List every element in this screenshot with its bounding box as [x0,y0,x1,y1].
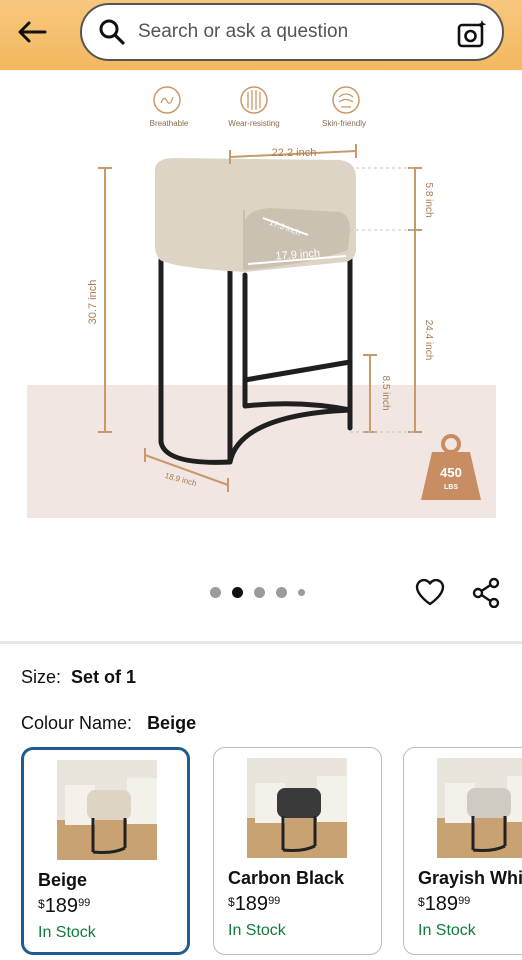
variant-stock-status: In Stock [418,922,476,939]
weight-badge-value: 450 [440,465,462,480]
section-divider [0,641,522,644]
dimension-seat-width: 22.2 inch [272,147,317,159]
pagination-dot-active[interactable] [232,587,243,598]
share-icon[interactable] [470,576,502,608]
variant-stock-status: In Stock [228,922,286,939]
feature-label-skin-friendly: Skin-friendly [322,119,366,128]
pagination-dot[interactable] [254,587,265,598]
heart-icon[interactable] [414,576,446,608]
feature-label-wear-resisting: Wear-resisting [228,119,279,128]
back-arrow-icon[interactable] [14,14,50,50]
variant-card-beige[interactable]: Beige $18999 In Stock [21,747,190,955]
size-label: Size: [21,667,62,687]
dimension-seat-height: 24.4 inch [423,320,434,361]
variant-name: Beige [38,870,88,890]
top-bar: Search or ask a question [0,0,522,70]
wear-resisting-icon [240,86,268,114]
search-bar[interactable]: Search or ask a question [80,3,504,61]
skin-friendly-icon [332,86,360,114]
dimension-back-height: 5.8 inch [423,182,434,217]
variant-price: $18999 [228,893,281,915]
colour-variant-list: Beige $18999 In Stock Carbon Black $1899… [21,747,522,957]
pagination-dot[interactable] [298,589,305,596]
variant-card-grayish-white[interactable]: Grayish White $18999 In Stock [403,747,522,955]
variant-name: Carbon Black [228,868,345,888]
stool-seat [155,158,356,272]
product-dimension-illustration: Breathable Wear-resisting Skin-friendly [27,86,496,518]
variant-price: $18999 [38,895,91,917]
breathable-icon [153,86,181,114]
pagination-dot[interactable] [210,587,221,598]
pagination-dot[interactable] [276,587,287,598]
search-input[interactable]: Search or ask a question [138,21,348,43]
feature-label-breathable: Breathable [150,119,189,128]
variant-card-carbon-black[interactable]: Carbon Black $18999 In Stock [213,747,382,955]
variant-stock-status: In Stock [38,924,96,941]
size-value: Set of 1 [71,667,137,687]
colour-label: Colour Name: [21,713,133,733]
weight-badge-unit: LBS [444,484,458,491]
search-icon [99,19,125,45]
gallery-pagination[interactable] [210,587,305,598]
variant-price: $18999 [418,893,471,915]
camera-search-icon[interactable] [456,18,488,50]
variant-name: Grayish White [418,868,522,888]
dimension-footrest-height: 8.5 inch [380,375,391,410]
variant-thumbnail [57,760,157,860]
variant-thumbnail [437,758,522,858]
variant-thumbnail [247,758,347,858]
size-selector: Size: Set of 1 [21,667,136,688]
colour-value: Beige [147,713,197,733]
product-image[interactable]: Breathable Wear-resisting Skin-friendly [0,70,522,570]
colour-selector: Colour Name: Beige [21,713,196,734]
dimension-total-height: 30.7 inch [87,280,99,325]
